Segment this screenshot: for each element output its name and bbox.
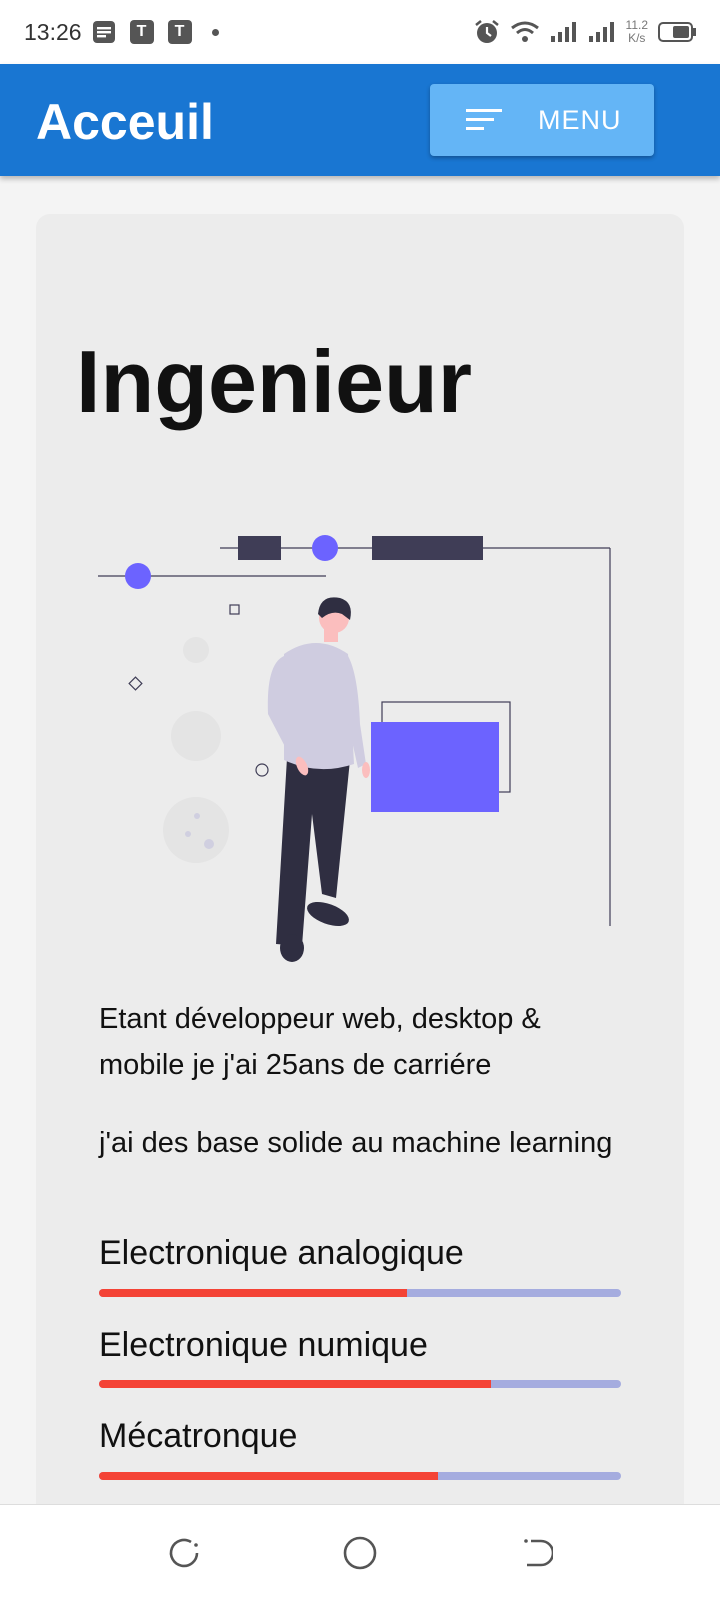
skill-progress-fill	[99, 1289, 407, 1297]
skill-progress-bar	[99, 1472, 621, 1480]
wifi-icon	[510, 21, 539, 42]
status-time: 13:26	[24, 18, 82, 45]
signal-icon	[550, 22, 576, 42]
ml-paragraph: j'ai des base solide au machine learning	[99, 1127, 613, 1159]
back-icon	[524, 1539, 553, 1567]
recents-icon	[169, 1538, 199, 1568]
network-speed: 11.2 K/s	[625, 18, 648, 45]
back-button[interactable]	[514, 1531, 558, 1575]
menu-button-label: MENU	[538, 104, 622, 135]
t-app-icon: T	[167, 20, 192, 44]
dot-icon	[211, 28, 219, 36]
home-button[interactable]	[338, 1531, 382, 1575]
skill-progress-bar	[99, 1289, 621, 1297]
battery-icon	[658, 22, 696, 42]
sort-icon	[466, 109, 502, 130]
recents-button[interactable]	[162, 1531, 206, 1575]
alarm-icon	[474, 20, 499, 43]
skill-label: Electronique numique	[99, 1326, 428, 1364]
app-bar: Acceuil MENU	[0, 64, 720, 176]
signal-icon	[588, 22, 614, 42]
profile-card: Ingenieur Etant développeur web, desktop…	[36, 214, 684, 1600]
skill-label: Electronique analogique	[99, 1234, 464, 1272]
t-app-icon: T	[129, 20, 154, 44]
card-title: Ingenieur	[76, 332, 473, 431]
system-nav-bar	[0, 1504, 720, 1600]
skill-progress-fill	[99, 1472, 439, 1480]
skill-progress-fill	[99, 1380, 491, 1388]
intro-paragraph: Etant développeur web, desktop & mobile …	[99, 1003, 541, 1081]
skill-progress-bar	[99, 1380, 621, 1388]
menu-button[interactable]: MENU	[430, 84, 654, 156]
notes-icon	[92, 21, 115, 43]
page-title: Acceuil	[36, 94, 214, 150]
skill-label: Mécatronque	[99, 1417, 298, 1455]
engineer-illustration	[98, 535, 611, 962]
home-icon	[343, 1536, 377, 1570]
status-bar: 13:26 T T 11.2 K/s	[0, 0, 720, 64]
